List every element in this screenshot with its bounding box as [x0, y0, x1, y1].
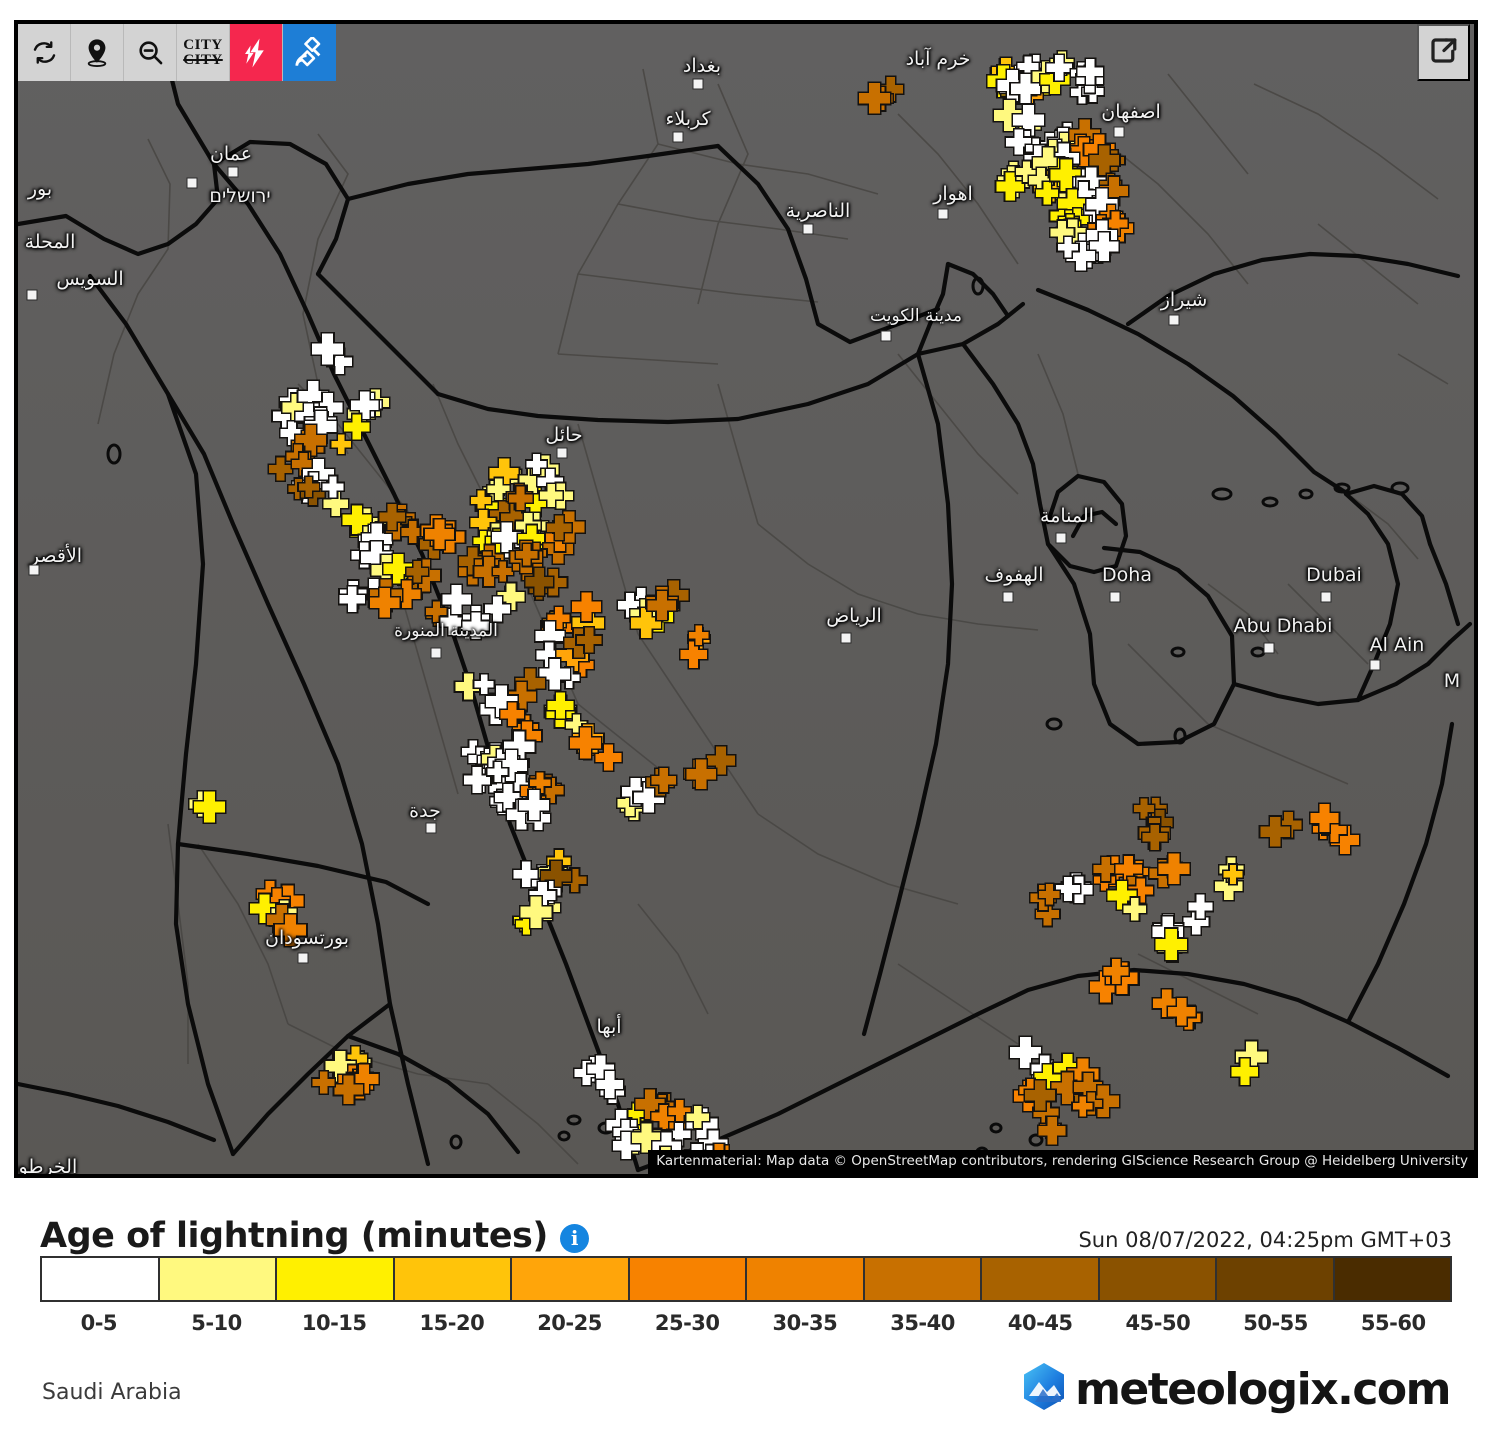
legend-title-row: Age of lightning (minutes) i [40, 1216, 589, 1256]
legend-swatch-55-60 [1334, 1258, 1450, 1300]
city-label-bottom: CITY [183, 51, 223, 68]
region-label: Saudi Arabia [42, 1380, 182, 1405]
city-label-top: CITY [183, 36, 223, 53]
map-city-marker [297, 952, 309, 964]
legend-swatch-label: 40-45 [1007, 1311, 1073, 1335]
legend-swatch-40-45 [982, 1258, 1100, 1300]
lightning-layer-button[interactable] [230, 24, 283, 81]
map-toolbar[interactable]: CITY CITY [18, 24, 336, 81]
legend-swatch-50-55 [1217, 1258, 1335, 1300]
refresh-icon [31, 39, 58, 66]
legend-swatch-label: 5-10 [191, 1311, 242, 1335]
legend: Age of lightning (minutes) i Sun 08/07/2… [40, 1206, 1452, 1335]
share-button[interactable] [1417, 24, 1470, 81]
satellite-layer-button[interactable] [283, 24, 336, 81]
meteologix-hex-logo-icon [1021, 1362, 1067, 1417]
legend-swatch-30-35 [747, 1258, 865, 1300]
legend-swatch-label: 15-20 [419, 1311, 485, 1335]
color-scale-bar [40, 1256, 1452, 1302]
legend-swatch-label: 45-50 [1125, 1311, 1191, 1335]
map-city-marker [186, 177, 198, 189]
map-city-marker [1002, 591, 1014, 603]
map-city-marker [26, 289, 38, 301]
zoom-out-button[interactable] [124, 24, 177, 81]
legend-swatch-0-5 [42, 1258, 160, 1300]
map-city-marker [937, 208, 949, 220]
brand-logo[interactable]: meteologix.com [1021, 1362, 1451, 1417]
map-city-marker [1369, 659, 1381, 671]
legend-swatch-label: 30-35 [772, 1311, 838, 1335]
legend-swatch-label: 20-25 [537, 1311, 602, 1335]
map-city-marker [430, 647, 442, 659]
refresh-button[interactable] [18, 24, 71, 81]
legend-swatch-label: 35-40 [890, 1311, 955, 1335]
map-viewport[interactable]: بور المحلة السويس عمان ירושלים الأقصر بغداد كرب… [14, 20, 1478, 1178]
location-button[interactable] [71, 24, 124, 81]
map-vector-layer [18, 24, 1474, 1174]
map-city-marker [1113, 126, 1125, 138]
map-pin-icon [83, 38, 111, 68]
legend-swatch-label: 50-55 [1243, 1311, 1308, 1335]
map-city-marker [227, 166, 239, 178]
map-city-marker [1320, 591, 1332, 603]
map-city-marker [425, 822, 437, 834]
lightning-map-page: بور المحلة السويس عمان ירושלים الأقصر بغداد كرب… [0, 0, 1492, 1436]
map-city-marker [1263, 642, 1275, 654]
magnifier-minus-icon [137, 39, 164, 66]
map-city-marker [692, 78, 704, 90]
legend-swatch-label: 55-60 [1360, 1311, 1426, 1335]
map-attribution: Kartenmaterial: Map data © OpenStreetMap… [648, 1150, 1474, 1174]
map-city-marker [1168, 314, 1180, 326]
legend-swatch-35-40 [864, 1258, 982, 1300]
legend-swatch-label: 25-30 [654, 1311, 720, 1335]
map-city-marker [672, 131, 684, 143]
legend-swatch-10-15 [277, 1258, 395, 1300]
legend-swatch-20-25 [512, 1258, 630, 1300]
color-scale-labels: 0-5 5-10 10-15 15-20 20-25 25-30 30-35 35-40 40-… [40, 1311, 1452, 1335]
satellite-icon [294, 36, 326, 69]
legend-swatch-5-10 [159, 1258, 277, 1300]
share-icon [1429, 36, 1459, 69]
map-city-marker [556, 447, 568, 459]
timestamp-label: Sun 08/07/2022, 04:25pm GMT+03 [1078, 1228, 1452, 1252]
map-city-marker [880, 330, 892, 342]
page-footer: Saudi Arabia meteologix.com [0, 1363, 1492, 1436]
map-city-marker [28, 564, 40, 576]
legend-title-text: Age of lightning (minutes) [40, 1216, 548, 1256]
info-icon[interactable]: i [559, 1223, 589, 1253]
map-city-marker [1109, 591, 1121, 603]
legend-swatch-label: 10-15 [301, 1311, 367, 1335]
city-labels-icon: CITY CITY [183, 36, 223, 68]
map-city-marker [802, 223, 814, 235]
toggle-cities-button[interactable]: CITY CITY [177, 24, 230, 81]
lightning-bolt-icon [241, 37, 271, 69]
legend-swatch-label: 0-5 [80, 1311, 118, 1335]
map-city-marker [840, 632, 852, 644]
map-city-marker [1055, 532, 1067, 544]
legend-swatch-15-20 [394, 1258, 512, 1300]
legend-swatch-25-30 [629, 1258, 747, 1300]
legend-header: Age of lightning (minutes) i Sun 08/07/2… [40, 1206, 1452, 1256]
brand-text: meteologix.com [1075, 1364, 1451, 1415]
legend-swatch-45-50 [1099, 1258, 1217, 1300]
